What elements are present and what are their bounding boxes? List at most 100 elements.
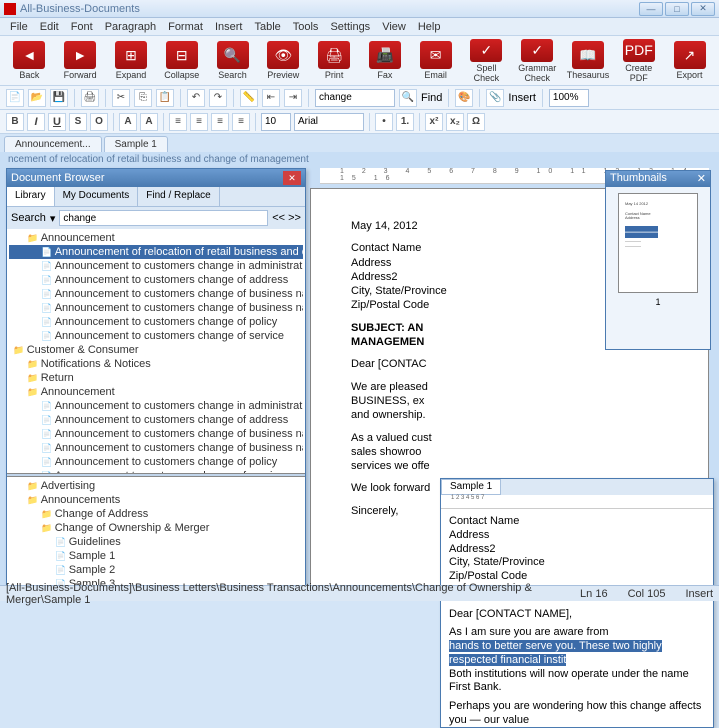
tree-item[interactable]: Announcement to customers change of busi…	[9, 301, 303, 315]
browser-tab-mydocuments[interactable]: My Documents	[55, 187, 139, 206]
tree-item[interactable]: Announcement to customers change of serv…	[9, 329, 303, 343]
superscript-button[interactable]: x²	[425, 113, 443, 131]
redo-icon[interactable]: ↷	[209, 89, 227, 107]
create-pdf-button[interactable]: PDFCreate PDF	[615, 39, 662, 83]
spell-check-button[interactable]: ✓Spell Check	[463, 39, 510, 83]
menu-paragraph[interactable]: Paragraph	[99, 19, 162, 35]
grammar-check-button[interactable]: ✓Grammar Check	[514, 39, 561, 83]
tree-item[interactable]: Announcement	[9, 385, 303, 399]
search-button[interactable]: 🔍Search	[209, 39, 256, 83]
tree-item[interactable]: Return	[9, 371, 303, 385]
browser-nav[interactable]: << >>	[272, 212, 301, 224]
indent-left-icon[interactable]: ⇤	[262, 89, 280, 107]
menu-settings[interactable]: Settings	[324, 19, 376, 35]
find-button[interactable]: 🔍	[399, 89, 417, 107]
insert-icon[interactable]: 📎	[486, 89, 504, 107]
indent-right-icon[interactable]: ⇥	[284, 89, 302, 107]
tree-item[interactable]: Announcement to customers change in admi…	[9, 399, 303, 413]
subscript-button[interactable]: x₂	[446, 113, 464, 131]
tree-item[interactable]: Announcement of relocation of retail bus…	[9, 245, 303, 259]
tree-item[interactable]: Sample 2	[9, 563, 303, 577]
menu-file[interactable]: File	[4, 19, 34, 35]
tree-item[interactable]: Guidelines	[9, 535, 303, 549]
preview-button[interactable]: 👁Preview	[260, 39, 307, 83]
browser-search-input[interactable]	[59, 210, 268, 226]
collapse-button[interactable]: ⊟Collapse	[158, 39, 205, 83]
email-button[interactable]: ✉Email	[412, 39, 459, 83]
menu-help[interactable]: Help	[412, 19, 447, 35]
close-button[interactable]: ✕	[691, 2, 715, 16]
back-button[interactable]: ◄Back	[6, 39, 53, 83]
tree-item[interactable]: Customer & Consumer	[9, 343, 303, 357]
align-justify-button[interactable]: ≡	[232, 113, 250, 131]
print-button[interactable]: 🖨Print	[311, 39, 358, 83]
doc-tab[interactable]: Sample 1	[104, 136, 168, 152]
copy-icon[interactable]: ⎘	[134, 89, 152, 107]
number-list-button[interactable]: 1.	[396, 113, 414, 131]
thumbnails-close-icon[interactable]: ✕	[697, 172, 706, 186]
forward-button[interactable]: ►Forward	[57, 39, 104, 83]
browser-tree-secondary[interactable]: AdvertisingAnnouncementsChange of Addres…	[7, 477, 305, 587]
export-button[interactable]: ↗Export	[666, 39, 713, 83]
find-input[interactable]	[315, 89, 395, 107]
menu-view[interactable]: View	[376, 19, 412, 35]
cut-icon[interactable]: ✂	[112, 89, 130, 107]
float-tab[interactable]: Sample 1	[441, 479, 501, 495]
browser-tab-findreplace[interactable]: Find / Replace	[138, 187, 219, 206]
italic-button[interactable]: I	[27, 113, 45, 131]
tree-item[interactable]: Change of Address	[9, 507, 303, 521]
browser-tree[interactable]: AnnouncementAnnouncement of relocation o…	[7, 229, 305, 473]
save-icon[interactable]: 💾	[50, 89, 68, 107]
font-name-input[interactable]	[294, 113, 364, 131]
zoom-input[interactable]	[549, 89, 589, 107]
font-color-button[interactable]: A	[140, 113, 158, 131]
float-body[interactable]: Contact NameAddressAddress2City, State/P…	[441, 509, 713, 727]
tree-item[interactable]: Announcement to customers change of poli…	[9, 455, 303, 469]
align-center-button[interactable]: ≡	[190, 113, 208, 131]
tree-item[interactable]: Advertising	[9, 479, 303, 493]
strike-button[interactable]: S	[69, 113, 87, 131]
tree-item[interactable]: Announcements	[9, 493, 303, 507]
menu-format[interactable]: Format	[162, 19, 209, 35]
browser-close-button[interactable]: ✕	[283, 171, 301, 185]
color-icon[interactable]: 🎨	[455, 89, 473, 107]
minimize-button[interactable]: —	[639, 2, 663, 16]
tree-item[interactable]: Announcement to customers change of poli…	[9, 315, 303, 329]
highlight-button[interactable]: A	[119, 113, 137, 131]
tree-item[interactable]: Announcement to customers change of addr…	[9, 413, 303, 427]
doc-tab[interactable]: Announcement...	[4, 136, 102, 152]
bullet-list-button[interactable]: •	[375, 113, 393, 131]
menu-table[interactable]: Table	[248, 19, 286, 35]
tree-item[interactable]: Announcement	[9, 231, 303, 245]
ruler-icon[interactable]: 📏	[240, 89, 258, 107]
thumbnail-page[interactable]: May 14 2012Contact NameAddress——————————…	[618, 193, 698, 293]
underline-button[interactable]: U	[48, 113, 66, 131]
bold-button[interactable]: B	[6, 113, 24, 131]
browser-tab-library[interactable]: Library	[7, 187, 55, 206]
menu-font[interactable]: Font	[65, 19, 99, 35]
undo-icon[interactable]: ↶	[187, 89, 205, 107]
menu-edit[interactable]: Edit	[34, 19, 65, 35]
menu-tools[interactable]: Tools	[287, 19, 325, 35]
tree-item[interactable]: Announcement to customers change in admi…	[9, 259, 303, 273]
menu-insert[interactable]: Insert	[209, 19, 249, 35]
symbol-button[interactable]: Ω	[467, 113, 485, 131]
open-icon[interactable]: 📂	[28, 89, 46, 107]
maximize-button[interactable]: □	[665, 2, 689, 16]
fax-button[interactable]: 📠Fax	[361, 39, 408, 83]
new-icon[interactable]: 📄	[6, 89, 24, 107]
print-icon[interactable]: 🖨	[81, 89, 99, 107]
tree-item[interactable]: Announcement to customers change of busi…	[9, 427, 303, 441]
font-size-input[interactable]	[261, 113, 291, 131]
tree-item[interactable]: Announcement to customers change of addr…	[9, 273, 303, 287]
tree-item[interactable]: Sample 1	[9, 549, 303, 563]
overline-button[interactable]: O	[90, 113, 108, 131]
tree-item[interactable]: Announcement to customers change of busi…	[9, 287, 303, 301]
tree-item[interactable]: Change of Ownership & Merger	[9, 521, 303, 535]
paste-icon[interactable]: 📋	[156, 89, 174, 107]
align-left-button[interactable]: ≡	[169, 113, 187, 131]
thesaurus-button[interactable]: 📖Thesaurus	[565, 39, 612, 83]
tree-item[interactable]: Announcement to customers change of busi…	[9, 441, 303, 455]
tree-item[interactable]: Notifications & Notices	[9, 357, 303, 371]
expand-button[interactable]: ⊞Expand	[108, 39, 155, 83]
